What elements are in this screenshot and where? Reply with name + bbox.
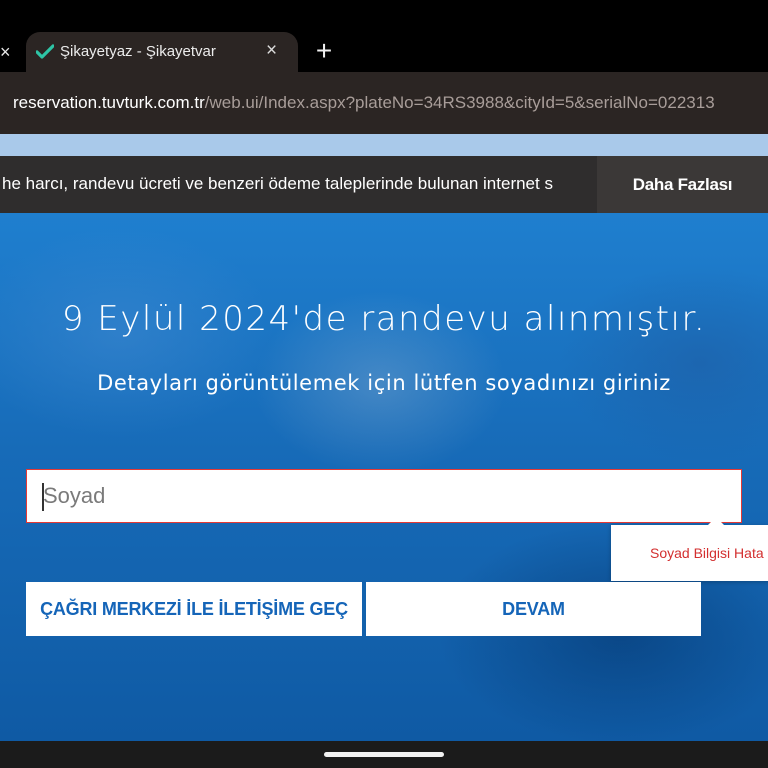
tooltip-arrow xyxy=(707,517,725,526)
tab-title: Şikayetyaz - Şikayetvar xyxy=(60,43,216,60)
continue-button[interactable]: DEVAM xyxy=(366,582,701,636)
system-nav-bar xyxy=(0,741,768,768)
call-center-button[interactable]: ÇAĞRI MERKEZİ İLE İLETİŞİME GEÇ xyxy=(26,582,362,636)
hero-section: 9 Eylül 2024'de randevu alınmıştır. Deta… xyxy=(0,213,768,741)
address-bar[interactable]: reservation.tuvturk.com.tr/web.ui/Index.… xyxy=(0,72,768,134)
tab-strip: × Şikayetyaz - Şikayetvar × + xyxy=(0,0,768,72)
more-button[interactable]: Daha Fazlası xyxy=(597,156,768,213)
url-host: reservation.tuvturk.com.tr xyxy=(13,93,205,112)
home-gesture-handle[interactable] xyxy=(324,752,444,757)
page-top-strip xyxy=(0,134,768,156)
error-message: Soyad Bilgisi Hata xyxy=(650,545,764,561)
announcement-bar: he harcı, randevu ücreti ve benzeri ödem… xyxy=(0,156,768,213)
close-icon[interactable]: × xyxy=(0,40,14,64)
sikayetvar-checkmark-icon xyxy=(36,44,54,59)
tab-close-icon[interactable]: × xyxy=(266,40,277,62)
page-subtitle: Detayları görüntülemek için lütfen soyad… xyxy=(97,371,671,395)
tab-sikayetvar[interactable]: Şikayetyaz - Şikayetvar × xyxy=(26,32,298,72)
announcement-text: he harcı, randevu ücreti ve benzeri ödem… xyxy=(2,174,553,193)
surname-input[interactable] xyxy=(26,469,742,523)
text-caret xyxy=(42,483,44,511)
url-text[interactable]: reservation.tuvturk.com.tr/web.ui/Index.… xyxy=(13,93,715,113)
new-tab-button[interactable]: + xyxy=(312,37,336,65)
url-path: /web.ui/Index.aspx?plateNo=34RS3988&city… xyxy=(204,93,715,112)
error-tooltip: Soyad Bilgisi Hata xyxy=(611,517,768,581)
page-title: 9 Eylül 2024'de randevu alınmıştır. xyxy=(61,299,707,339)
